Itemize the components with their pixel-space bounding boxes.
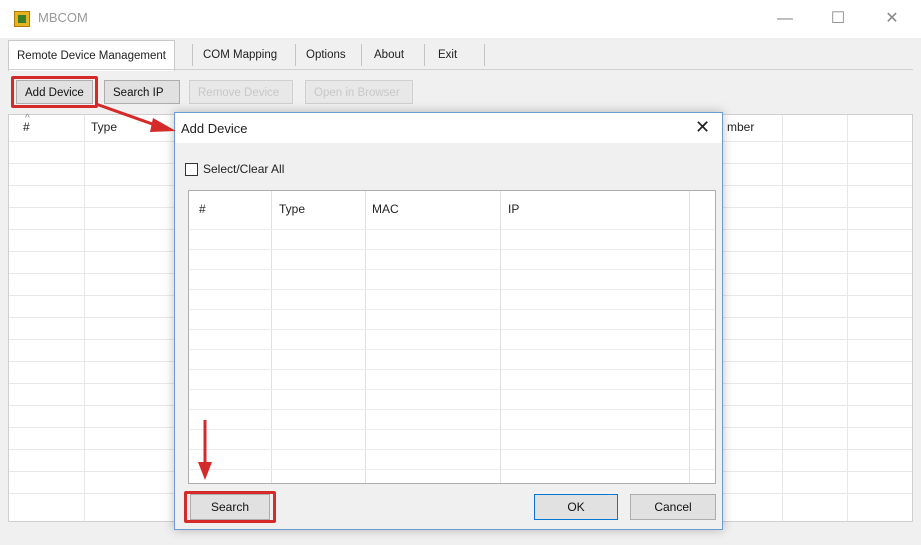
column-divider: [847, 115, 848, 521]
tab-exit[interactable]: Exit: [430, 42, 465, 68]
cancel-button[interactable]: Cancel: [630, 494, 716, 520]
tab-separator: [424, 44, 425, 66]
add-device-highlight: [11, 76, 98, 108]
device-list: # Type MAC IP: [188, 190, 716, 484]
select-clear-all-checkbox[interactable]: [185, 163, 198, 176]
search-ip-button[interactable]: Search IP: [104, 80, 180, 104]
search-highlight: [184, 491, 276, 523]
column-divider: [271, 191, 272, 483]
list-row: [189, 469, 715, 470]
list-row: [189, 229, 715, 230]
list-header-type: Type: [279, 202, 306, 216]
remove-device-button[interactable]: Remove Device: [189, 80, 293, 104]
dialog-close-icon[interactable]: ✕: [695, 117, 710, 138]
list-row: [189, 349, 715, 350]
list-row: [189, 429, 715, 430]
column-divider: [500, 191, 501, 483]
column-divider: [689, 191, 690, 483]
tab-com-mapping[interactable]: COM Mapping: [195, 42, 285, 68]
column-header-type: Type: [91, 120, 118, 134]
tab-bar: Remote Device Management COM Mapping Opt…: [8, 40, 913, 71]
close-button[interactable]: ✕: [872, 6, 912, 32]
list-header-number: #: [199, 202, 206, 216]
tab-separator: [484, 44, 485, 66]
list-row: [189, 449, 715, 450]
maximize-button[interactable]: ☐: [818, 6, 858, 32]
list-header-mac: MAC: [372, 202, 399, 216]
app-icon: [14, 11, 30, 27]
tab-remote-device-management[interactable]: Remote Device Management: [8, 40, 175, 71]
tab-separator: [295, 44, 296, 66]
add-device-dialog: Add Device ✕ Select/Clear All # Type MAC…: [174, 112, 723, 530]
window-title: MBCOM: [38, 10, 88, 25]
column-divider: [365, 191, 366, 483]
column-divider: [84, 115, 85, 521]
open-in-browser-button[interactable]: Open in Browser: [305, 80, 413, 104]
select-clear-all-label[interactable]: Select/Clear All: [203, 162, 284, 176]
tab-underline: [8, 69, 913, 70]
list-row: [189, 409, 715, 410]
tab-options[interactable]: Options: [298, 42, 354, 68]
list-row: [189, 329, 715, 330]
minimize-button[interactable]: —: [765, 6, 805, 32]
list-header-ip: IP: [508, 202, 520, 216]
list-row: [189, 269, 715, 270]
ok-button[interactable]: OK: [534, 494, 618, 520]
list-row: [189, 289, 715, 290]
dialog-title-bar: Add Device ✕: [175, 113, 722, 143]
mbcom-window: MBCOM — ☐ ✕ Remote Device Management COM…: [0, 0, 921, 545]
tab-separator: [361, 44, 362, 66]
list-row: [189, 369, 715, 370]
column-divider: [782, 115, 783, 521]
tab-about[interactable]: About: [366, 42, 412, 68]
list-row: [189, 249, 715, 250]
title-bar: MBCOM — ☐ ✕: [0, 0, 921, 38]
list-row: [189, 389, 715, 390]
list-row: [189, 309, 715, 310]
sort-arrow-icon: ^: [25, 113, 30, 124]
dialog-title: Add Device: [181, 121, 248, 136]
column-header-number-field: mber: [727, 120, 755, 134]
tab-separator: [192, 44, 193, 66]
